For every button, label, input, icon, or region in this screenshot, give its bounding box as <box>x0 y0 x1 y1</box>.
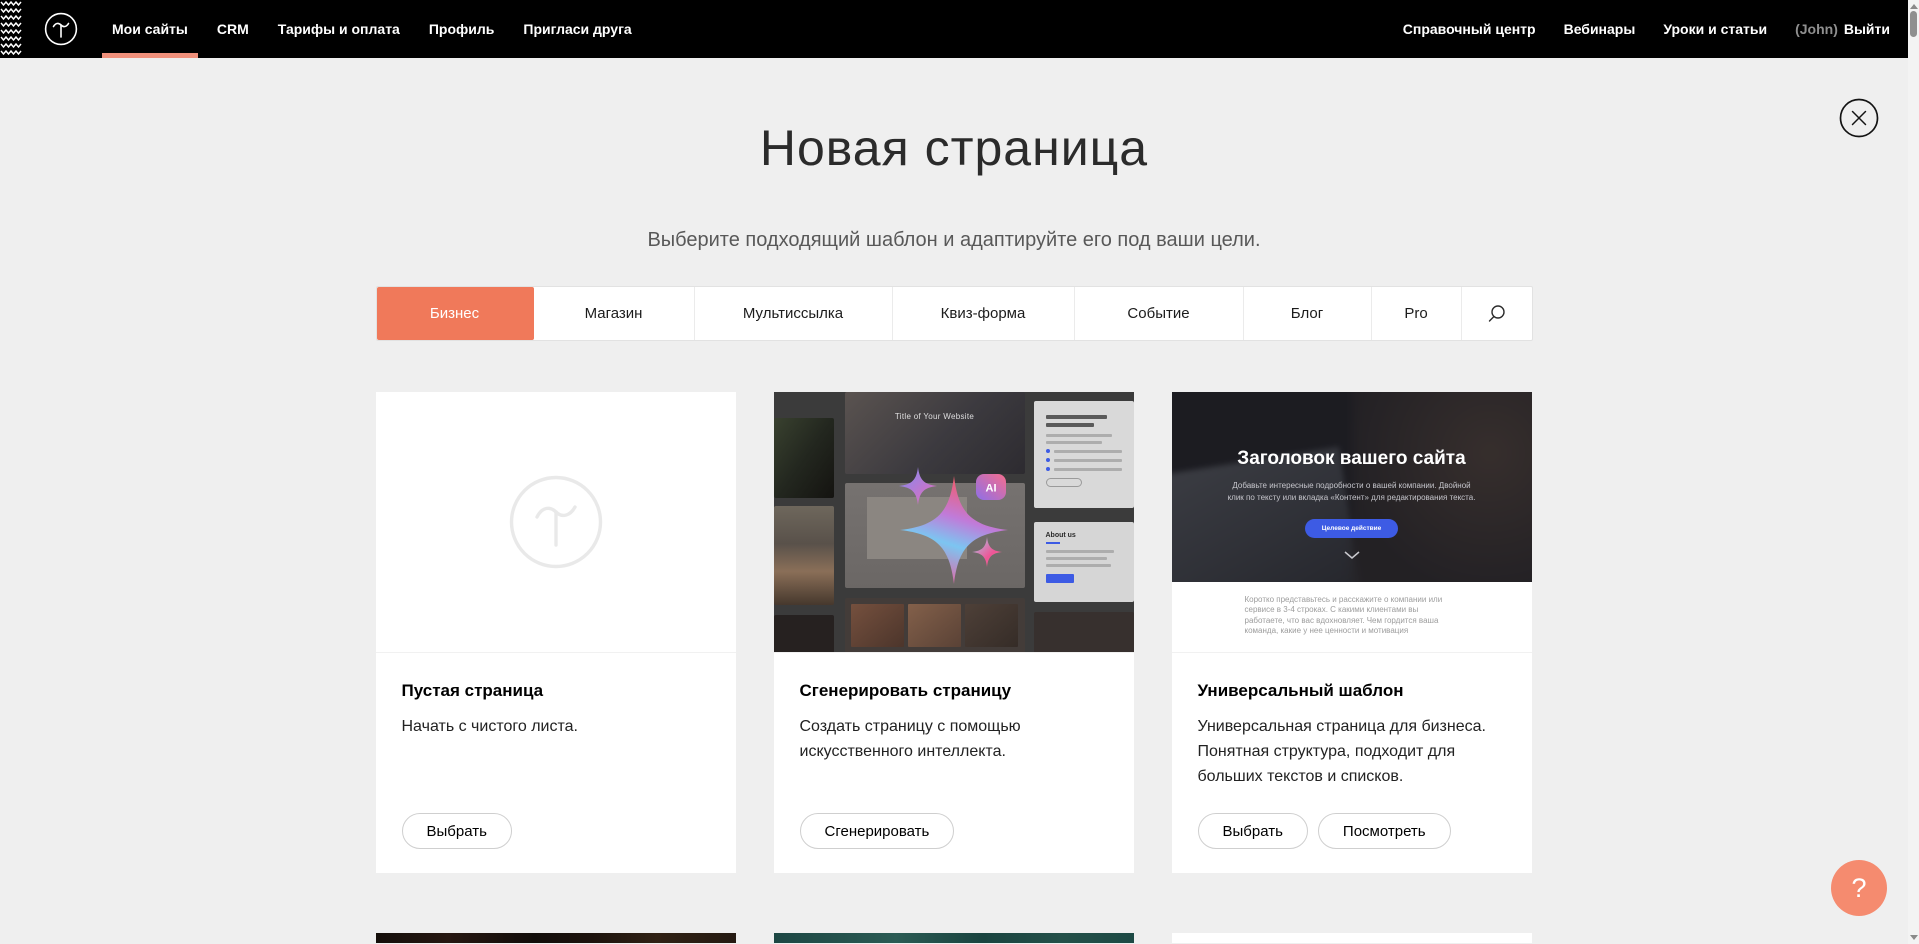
nav-item-pricing[interactable]: Тарифы и оплата <box>278 0 400 58</box>
card-info: Пустая страница Начать с чистого листа. … <box>376 653 736 873</box>
ai-sparkle-icon: AI <box>774 392 1134 653</box>
template-body-section: Коротко представьтесь и расскажите о ком… <box>1172 582 1532 652</box>
template-preview-partial <box>376 933 736 943</box>
help-button[interactable]: ? <box>1831 860 1887 916</box>
ai-badge-label: AI <box>985 483 996 495</box>
card-description: Универсальная страница для бизнеса. Поня… <box>1198 715 1506 789</box>
template-cards-grid: Пустая страница Начать с чистого листа. … <box>376 392 1533 943</box>
scrollbar-up-arrow-icon[interactable] <box>1910 4 1918 9</box>
card-info: Сгенерировать страницу Создать страницу … <box>774 653 1134 873</box>
page-subtitle: Выберите подходящий шаблон и адаптируйте… <box>376 227 1533 253</box>
card-description: Создать страницу с помощью искусственног… <box>800 715 1108 765</box>
close-icon[interactable] <box>1839 98 1879 138</box>
template-cta-button: Целевое действие <box>1305 519 1399 538</box>
template-card-ai-generate: Title of Your Website <box>774 392 1134 873</box>
chevron-down-icon <box>1344 551 1360 559</box>
card-info: Универсальный шаблон Универсальная стран… <box>1172 653 1532 873</box>
template-hero-section: Заголовок вашего сайта Добавьте интересн… <box>1172 392 1532 583</box>
template-card-blank: Пустая страница Начать с чистого листа. … <box>376 392 736 873</box>
tab-event[interactable]: Событие <box>1075 287 1244 340</box>
vertical-scrollbar[interactable] <box>1908 0 1919 944</box>
template-preview-partial <box>774 933 1134 943</box>
zigzag-pattern-decoration <box>0 0 22 58</box>
page-title: Новая страница <box>376 113 1533 183</box>
tab-search[interactable] <box>1462 287 1532 340</box>
tab-blog[interactable]: Блог <box>1244 287 1372 340</box>
tab-pro[interactable]: Pro <box>1372 287 1462 340</box>
scrollbar-down-arrow-icon[interactable] <box>1910 935 1918 940</box>
nav-item-invite-friend[interactable]: Пригласи друга <box>523 0 631 58</box>
universal-template-preview[interactable]: Заголовок вашего сайта Добавьте интересн… <box>1172 392 1532 653</box>
ai-badge: AI <box>976 474 1006 500</box>
template-card-partial[interactable] <box>376 933 736 943</box>
tilda-logo-icon[interactable] <box>44 12 78 46</box>
nav-item-logout[interactable]: (John) Выйти <box>1795 21 1890 37</box>
blank-template-preview[interactable] <box>376 392 736 653</box>
tab-store[interactable]: Магазин <box>534 287 695 340</box>
template-card-partial[interactable] <box>1172 933 1532 943</box>
tab-multilink[interactable]: Мультиссылка <box>695 287 893 340</box>
template-body-text: Коротко представьтесь и расскажите о ком… <box>1245 595 1459 637</box>
template-card-universal: Заголовок вашего сайта Добавьте интересн… <box>1172 392 1532 873</box>
template-hero-subtitle: Добавьте интересные подробности о вашей … <box>1224 480 1480 504</box>
ai-template-preview[interactable]: Title of Your Website <box>774 392 1134 653</box>
preview-universal-button[interactable]: Посмотреть <box>1318 813 1451 849</box>
nav-item-profile[interactable]: Профиль <box>429 0 495 58</box>
template-category-tabs: Бизнес Магазин Мультиссылка Квиз-форма С… <box>376 286 1533 341</box>
logout-label: Выйти <box>1844 21 1890 37</box>
choose-blank-button[interactable]: Выбрать <box>402 813 512 849</box>
tab-quiz-form[interactable]: Квиз-форма <box>893 287 1075 340</box>
nav-item-my-sites[interactable]: Мои сайты <box>112 0 188 58</box>
nav-item-webinars[interactable]: Вебинары <box>1564 0 1636 58</box>
user-name-label: (John) <box>1795 21 1838 37</box>
navbar-right-menu: Справочный центр Вебинары Уроки и статьи… <box>1403 0 1890 58</box>
tilda-watermark-icon <box>509 475 603 569</box>
template-card-partial[interactable] <box>774 933 1134 943</box>
card-title: Универсальный шаблон <box>1198 681 1506 701</box>
scrollbar-thumb[interactable] <box>1910 11 1917 37</box>
choose-universal-button[interactable]: Выбрать <box>1198 813 1308 849</box>
top-navbar: Мои сайты CRM Тарифы и оплата Профиль Пр… <box>0 0 1908 58</box>
tab-business[interactable]: Бизнес <box>377 287 534 340</box>
search-icon <box>1487 304 1506 323</box>
nav-item-crm[interactable]: CRM <box>217 0 249 58</box>
navbar-left-menu: Мои сайты CRM Тарифы и оплата Профиль Пр… <box>112 0 632 58</box>
template-hero-title: Заголовок вашего сайта <box>1172 448 1532 470</box>
card-description: Начать с чистого листа. <box>402 715 710 740</box>
nav-item-lessons[interactable]: Уроки и статьи <box>1663 0 1767 58</box>
card-title: Сгенерировать страницу <box>800 681 1108 701</box>
nav-item-help-center[interactable]: Справочный центр <box>1403 0 1536 58</box>
help-question-icon: ? <box>1851 873 1866 904</box>
new-page-dialog: Новая страница Выберите подходящий шабло… <box>0 58 1908 943</box>
template-preview-partial <box>1172 933 1532 943</box>
generate-page-button[interactable]: Сгенерировать <box>800 813 955 849</box>
card-title: Пустая страница <box>402 681 710 701</box>
